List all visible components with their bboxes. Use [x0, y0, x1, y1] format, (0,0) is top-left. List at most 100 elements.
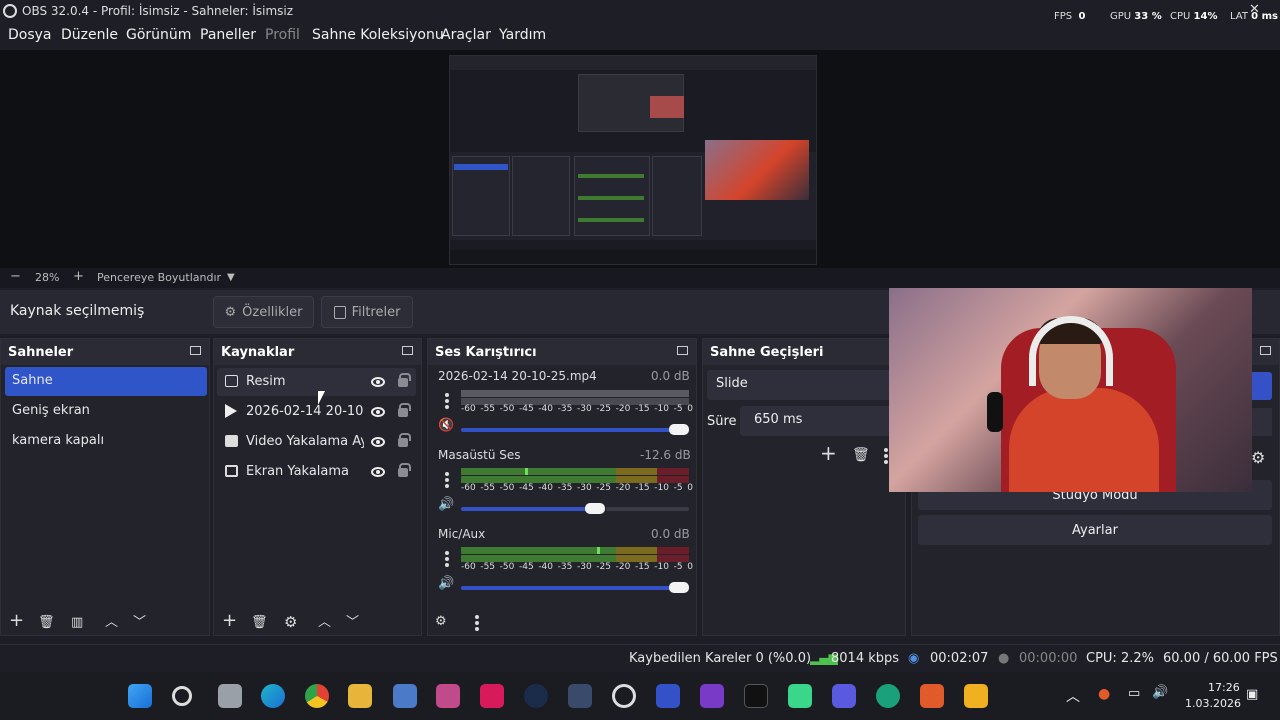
file-explorer-icon[interactable] — [348, 684, 372, 708]
speaker-icon[interactable]: 🔊 — [438, 576, 454, 591]
network-icon[interactable]: ▭ — [1128, 686, 1140, 701]
microphone-icon[interactable]: ● — [1098, 686, 1110, 702]
lock-icon[interactable] — [398, 373, 411, 387]
close-icon[interactable]: ✕ — [1249, 2, 1260, 17]
clock-time[interactable]: 17:26 — [1208, 681, 1240, 694]
volume-slider[interactable] — [461, 503, 605, 514]
app-icon[interactable] — [700, 684, 724, 708]
mixer-menu-icon[interactable] — [475, 615, 479, 619]
volume-thumb[interactable] — [669, 424, 689, 435]
float-icon[interactable] — [677, 346, 688, 355]
volume-slider[interactable] — [461, 424, 689, 435]
eye-icon[interactable] — [371, 437, 385, 447]
menu-sahne-koleksiyonu[interactable]: Sahne Koleksiyonu — [312, 27, 444, 43]
float-icon[interactable] — [1260, 346, 1271, 355]
volume-thumb[interactable] — [669, 582, 689, 593]
scene-item-kamera-kapali[interactable]: kamera kapalı — [5, 427, 207, 456]
channel-menu-icon[interactable] — [445, 472, 449, 476]
chrome-icon[interactable] — [305, 684, 329, 708]
edge-icon[interactable] — [261, 684, 285, 708]
float-icon[interactable] — [402, 346, 413, 355]
float-icon[interactable] — [190, 346, 201, 355]
chevron-up-icon[interactable]: ︿ — [1066, 686, 1080, 706]
mixer-settings-icon[interactable]: ⚙ — [435, 614, 447, 630]
volume-icon[interactable]: 🔊 — [1152, 685, 1168, 700]
steam-icon[interactable] — [524, 684, 548, 708]
capcut-icon[interactable] — [744, 684, 768, 708]
task-view-icon[interactable] — [218, 684, 242, 708]
source-item-screen-capture[interactable]: Ekran Yakalama — [217, 458, 416, 486]
zoom-out-button[interactable]: − — [10, 269, 21, 284]
notification-icon[interactable]: ▣ — [1246, 687, 1258, 702]
volume-thumb[interactable] — [585, 503, 605, 514]
menu-gorunum[interactable]: Görünüm — [126, 27, 191, 43]
menu-yardim[interactable]: Yardım — [499, 27, 546, 43]
lock-icon[interactable] — [398, 463, 411, 477]
source-item-video-capture[interactable]: Video Yakalama Aygıtı — [217, 428, 416, 456]
scene-filters-icon[interactable]: ▥ — [71, 615, 83, 631]
stream-icon: ◉ — [908, 651, 920, 666]
speaker-icon[interactable]: 🔊 — [438, 497, 454, 512]
muted-speaker-icon[interactable]: 🔇 — [438, 418, 454, 433]
gear-icon[interactable]: ⚙ — [1251, 450, 1265, 466]
move-down-icon[interactable]: ﹀ — [133, 615, 146, 631]
lock-icon[interactable] — [398, 403, 411, 417]
move-down-icon[interactable]: ﹀ — [346, 615, 359, 631]
app-icon[interactable] — [920, 684, 944, 708]
add-transition-icon[interactable]: + — [820, 443, 837, 463]
menu-paneller[interactable]: Paneller — [200, 27, 256, 43]
app-icon[interactable] — [568, 684, 592, 708]
app-icon[interactable] — [788, 684, 812, 708]
menu-profil[interactable]: Profil — [265, 27, 300, 43]
zoom-in-button[interactable]: + — [73, 269, 84, 284]
trash-icon[interactable]: 🗑 — [38, 615, 55, 631]
preview-canvas — [449, 55, 817, 265]
eye-icon[interactable] — [371, 407, 385, 417]
lock-icon[interactable] — [398, 433, 411, 447]
source-item-media[interactable]: 2026-02-14 20-10-25.mp4 — [217, 398, 416, 426]
eye-icon[interactable] — [371, 467, 385, 477]
app-icon[interactable] — [832, 684, 856, 708]
filters-button[interactable]: Filtreler — [321, 296, 413, 328]
settings-button[interactable]: Ayarlar — [918, 515, 1272, 545]
gpu-stat: GPU 33 % — [1110, 11, 1162, 22]
app-icon[interactable] — [964, 684, 988, 708]
transition-menu-icon[interactable] — [884, 448, 888, 452]
db-scale: -60 -55 -50 -45 -40 -35 -30 -25 -20 -15 -10 -5 0 — [461, 562, 693, 572]
cpu-usage: CPU: 2.2% — [1086, 651, 1154, 666]
trash-icon[interactable]: 🗑 — [852, 447, 870, 463]
volume-slider[interactable] — [461, 582, 689, 593]
scene-item-genis-ekran[interactable]: Geniş ekran — [5, 397, 207, 426]
scene-item-sahne[interactable]: Sahne — [5, 367, 207, 396]
properties-button[interactable]: ⚙ Özellikler — [213, 296, 314, 328]
channel-menu-icon[interactable] — [445, 551, 449, 555]
obs-taskbar-icon[interactable] — [612, 684, 636, 708]
search-icon[interactable] — [172, 686, 192, 706]
audio-app-icon[interactable] — [656, 684, 680, 708]
transition-select[interactable]: Slide — [707, 370, 892, 400]
calculator-icon[interactable] — [393, 684, 417, 708]
menu-araclar[interactable]: Araçlar — [441, 27, 491, 43]
add-scene-icon[interactable]: + — [9, 612, 24, 630]
app-icon[interactable] — [876, 684, 900, 708]
source-item-resim[interactable]: Resim — [217, 368, 416, 396]
zoom-dropdown-icon[interactable]: ▼ — [227, 272, 235, 283]
db-scale: -60 -55 -50 -45 -40 -35 -30 -25 -20 -15 -10 -5 0 — [461, 404, 693, 414]
tiktok-icon[interactable] — [480, 684, 504, 708]
add-source-icon[interactable]: + — [222, 612, 237, 630]
bitrate: 8014 kbps — [831, 651, 900, 666]
trash-icon[interactable]: 🗑 — [251, 615, 268, 631]
move-up-icon[interactable]: ︿ — [318, 615, 331, 631]
move-up-icon[interactable]: ︿ — [105, 615, 118, 631]
clock-date[interactable]: 1.03.2026 — [1185, 697, 1241, 710]
duration-input[interactable]: 650 ms — [740, 406, 892, 436]
menu-duzenle[interactable]: Düzenle — [61, 27, 118, 43]
menu-dosya[interactable]: Dosya — [8, 27, 52, 43]
channel-menu-icon[interactable] — [445, 393, 449, 397]
start-icon[interactable] — [128, 684, 152, 708]
snipping-icon[interactable] — [436, 684, 460, 708]
start-streaming-button[interactable] — [1252, 372, 1272, 400]
source-settings-icon[interactable]: ⚙ — [284, 614, 297, 630]
eye-icon[interactable] — [371, 377, 385, 387]
start-recording-button[interactable] — [1252, 408, 1272, 436]
